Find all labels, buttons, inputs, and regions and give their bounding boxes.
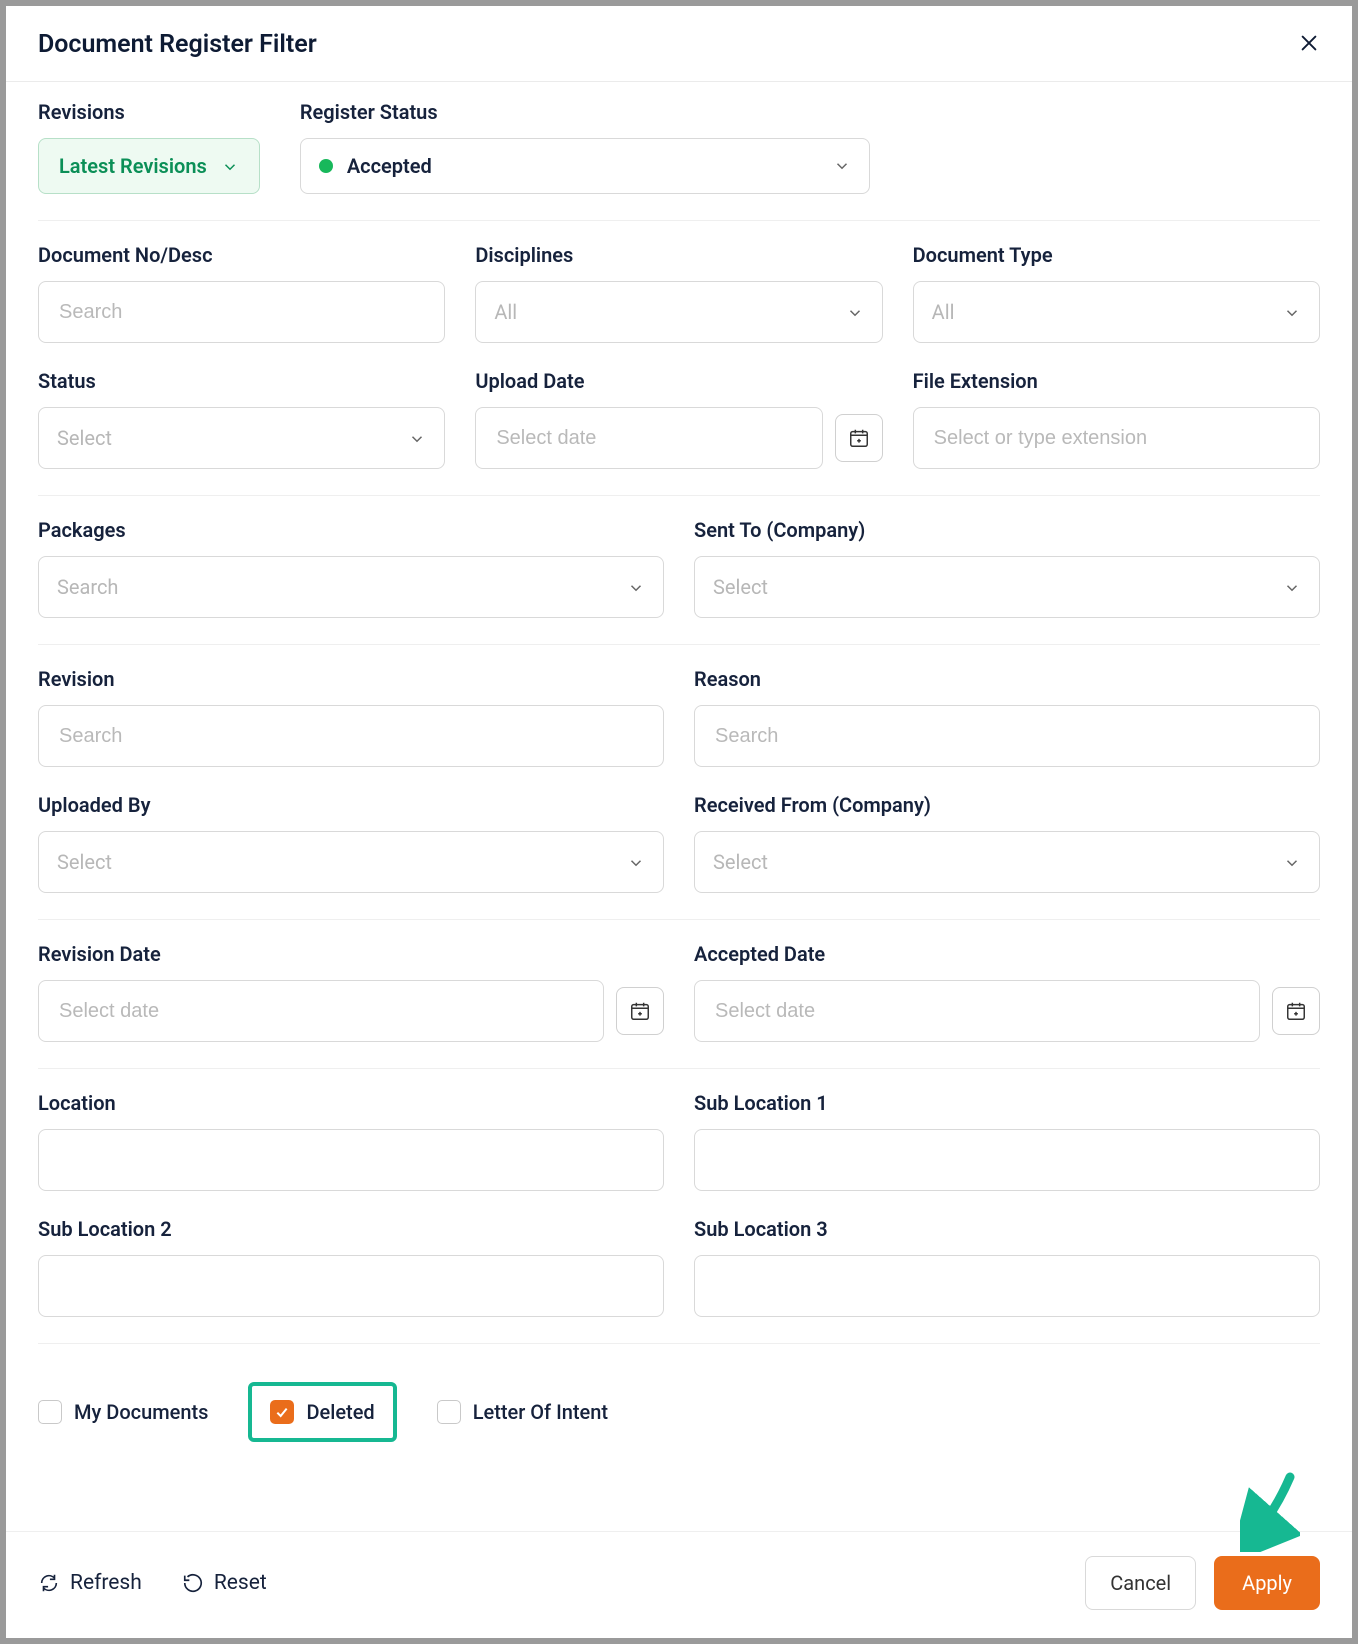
refresh-button[interactable]: Refresh	[38, 1571, 142, 1595]
received-from-select[interactable]: Select	[694, 831, 1320, 893]
reason-input[interactable]	[713, 724, 1301, 749]
register-status-value: Accepted	[347, 154, 432, 178]
uploaded-by-label: Uploaded By	[38, 793, 664, 817]
received-from-placeholder: Select	[713, 850, 768, 874]
chevron-down-icon	[627, 853, 645, 871]
sub-loc-3-label: Sub Location 3	[694, 1217, 1320, 1241]
cancel-button[interactable]: Cancel	[1085, 1556, 1196, 1610]
deleted-highlight: Deleted	[248, 1382, 396, 1442]
revision-date-label: Revision Date	[38, 942, 664, 966]
packages-placeholder: Search	[57, 575, 118, 599]
disciplines-select[interactable]: All	[475, 281, 882, 343]
my-documents-checkbox[interactable]: My Documents	[38, 1400, 208, 1424]
sent-to-placeholder: Select	[713, 575, 768, 599]
status-select[interactable]: Select	[38, 407, 445, 469]
upload-date-label: Upload Date	[475, 369, 882, 393]
doc-no-input-wrap	[38, 281, 445, 343]
sub-loc-1-label: Sub Location 1	[694, 1091, 1320, 1115]
my-documents-label: My Documents	[74, 1400, 208, 1424]
checkbox-icon	[437, 1400, 461, 1424]
modal-title: Document Register Filter	[38, 30, 317, 59]
sub-loc-2-input[interactable]	[57, 1274, 645, 1299]
calendar-add-icon[interactable]	[1272, 987, 1320, 1035]
letter-of-intent-label: Letter Of Intent	[473, 1400, 608, 1424]
sub-loc-1-input[interactable]	[713, 1148, 1301, 1173]
uploaded-by-select[interactable]: Select	[38, 831, 664, 893]
revisions-dropdown[interactable]: Latest Revisions	[38, 138, 260, 194]
modal-footer: Refresh Reset Cancel Apply	[6, 1531, 1352, 1638]
modal-header: Document Register Filter	[6, 6, 1352, 82]
checkbox-icon	[38, 1400, 62, 1424]
file-ext-label: File Extension	[913, 369, 1320, 393]
doc-no-input[interactable]	[57, 300, 426, 325]
filter-modal: Document Register Filter Revisions Lates…	[6, 6, 1352, 1638]
location-label: Location	[38, 1091, 664, 1115]
revision-label: Revision	[38, 667, 664, 691]
revisions-label: Revisions	[38, 100, 260, 124]
reset-icon	[182, 1572, 204, 1594]
chevron-down-icon	[627, 578, 645, 596]
sub-loc-2-label: Sub Location 2	[38, 1217, 664, 1241]
disciplines-label: Disciplines	[475, 243, 882, 267]
refresh-icon	[38, 1572, 60, 1594]
status-placeholder: Select	[57, 426, 112, 450]
packages-label: Packages	[38, 518, 664, 542]
apply-button[interactable]: Apply	[1214, 1556, 1320, 1610]
uploaded-by-placeholder: Select	[57, 850, 112, 874]
revisions-value: Latest Revisions	[59, 154, 207, 178]
chevron-down-icon	[1283, 578, 1301, 596]
accepted-date-label: Accepted Date	[694, 942, 1320, 966]
accepted-date-input[interactable]	[713, 999, 1241, 1024]
upload-date-input[interactable]	[494, 426, 803, 451]
letter-of-intent-checkbox[interactable]: Letter Of Intent	[437, 1400, 608, 1424]
doc-type-label: Document Type	[913, 243, 1320, 267]
chevron-down-icon	[833, 157, 851, 175]
sent-to-select[interactable]: Select	[694, 556, 1320, 618]
register-status-label: Register Status	[300, 100, 870, 124]
register-status-dropdown[interactable]: Accepted	[300, 138, 870, 194]
deleted-label: Deleted	[306, 1400, 374, 1424]
refresh-label: Refresh	[70, 1571, 142, 1595]
chevron-down-icon	[1283, 853, 1301, 871]
sent-to-label: Sent To (Company)	[694, 518, 1320, 542]
file-ext-input[interactable]	[932, 426, 1301, 451]
reset-label: Reset	[214, 1571, 267, 1595]
received-from-label: Received From (Company)	[694, 793, 1320, 817]
chevron-down-icon	[408, 429, 426, 447]
sub-loc-3-input[interactable]	[713, 1274, 1301, 1299]
file-ext-input-wrap	[913, 407, 1320, 469]
deleted-checkbox[interactable]: Deleted	[270, 1400, 374, 1424]
revision-input[interactable]	[57, 724, 645, 749]
calendar-add-icon[interactable]	[616, 987, 664, 1035]
revision-date-input[interactable]	[57, 999, 585, 1024]
doc-type-value: All	[932, 300, 955, 324]
status-label: Status	[38, 369, 445, 393]
disciplines-value: All	[494, 300, 517, 324]
close-icon[interactable]	[1298, 32, 1320, 58]
chevron-down-icon	[221, 157, 239, 175]
packages-select[interactable]: Search	[38, 556, 664, 618]
reason-label: Reason	[694, 667, 1320, 691]
doc-type-select[interactable]: All	[913, 281, 1320, 343]
checkbox-checked-icon	[270, 1400, 294, 1424]
calendar-add-icon[interactable]	[835, 414, 883, 462]
chevron-down-icon	[1283, 303, 1301, 321]
chevron-down-icon	[846, 303, 864, 321]
status-dot-icon	[319, 159, 333, 173]
reset-button[interactable]: Reset	[182, 1571, 267, 1595]
location-input[interactable]	[57, 1148, 645, 1173]
upload-date-input-wrap	[475, 407, 822, 469]
doc-no-label: Document No/Desc	[38, 243, 445, 267]
